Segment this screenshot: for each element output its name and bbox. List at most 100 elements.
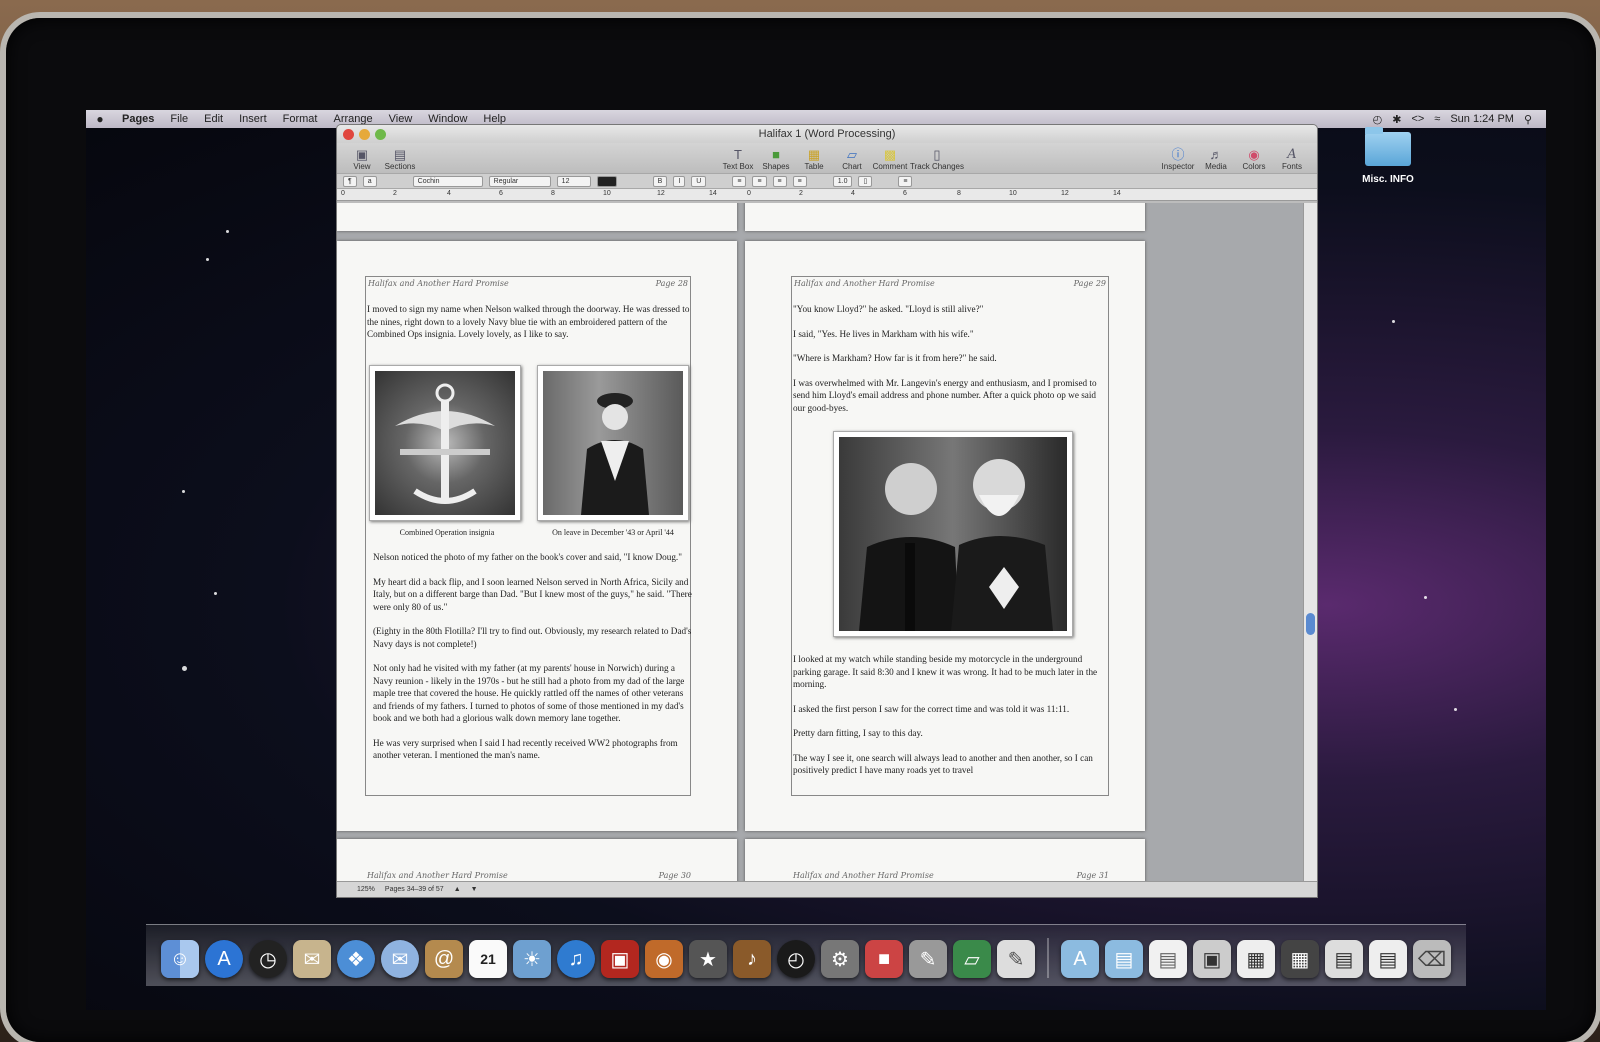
- imovie-star-icon[interactable]: ★: [689, 940, 727, 978]
- status-bar: 125% Pages 34–39 of 57 ▲ ▼: [337, 881, 1317, 897]
- toolbar-label: Shapes: [762, 162, 790, 171]
- page-up-button[interactable]: ▲: [454, 886, 461, 893]
- screenshot-4-icon[interactable]: ▤: [1325, 940, 1363, 978]
- justify-button[interactable]: ≡: [792, 175, 807, 187]
- document-canvas[interactable]: Halifax and Another Hard Promise Page 28…: [337, 203, 1305, 883]
- scrollbar-thumb[interactable]: [1306, 613, 1315, 635]
- screenshot-3-icon[interactable]: ▦: [1281, 940, 1319, 978]
- photo-insignia[interactable]: [369, 365, 521, 521]
- applications-folder-icon[interactable]: A: [1061, 940, 1099, 978]
- ical-icon[interactable]: 21: [469, 940, 507, 978]
- menu-insert[interactable]: Insert: [231, 113, 275, 125]
- track-changes-icon: ▯: [933, 147, 941, 162]
- toolbar-colors-button[interactable]: ◉ Colors: [1235, 147, 1273, 171]
- list-style-popup[interactable]: ≡: [898, 175, 913, 187]
- text-color-well[interactable]: [596, 175, 617, 187]
- sailor-figure-icon: [581, 393, 649, 515]
- vertical-scrollbar[interactable]: [1303, 203, 1317, 883]
- toolbar-shapes-button[interactable]: ■ Shapes: [757, 147, 795, 171]
- screenshot-1-icon[interactable]: ▣: [1193, 940, 1231, 978]
- star: [226, 230, 229, 233]
- toolbar-comment-button[interactable]: ▩ Comment: [871, 147, 909, 171]
- underline-button[interactable]: U: [691, 175, 707, 187]
- page-30[interactable]: Halifax and Another Hard Promise Page 30: [337, 839, 737, 883]
- time-machine-icon[interactable]: ◴: [777, 940, 815, 978]
- wifi-icon[interactable]: ≈: [1434, 113, 1440, 125]
- desktop-folder-misc-info[interactable]: Misc. INFO: [1348, 127, 1428, 185]
- time-machine-status-icon[interactable]: ◴: [1373, 113, 1383, 126]
- bluetooth-icon[interactable]: ✱: [1392, 113, 1401, 126]
- sailor-image: [543, 371, 683, 515]
- menu-format[interactable]: Format: [275, 113, 326, 125]
- bold-button[interactable]: B: [652, 175, 668, 187]
- iphoto-icon[interactable]: ☀: [513, 940, 551, 978]
- italic-button[interactable]: I: [673, 175, 686, 187]
- trash-icon[interactable]: ⌫: [1413, 940, 1451, 978]
- keynote-icon[interactable]: ■: [865, 940, 903, 978]
- finder-icon[interactable]: ☺: [161, 940, 199, 978]
- toolbar-text-box-button[interactable]: T Text Box: [719, 147, 757, 171]
- window-titlebar[interactable]: Halifax 1 (Word Processing): [337, 125, 1317, 143]
- dashboard-icon[interactable]: ◷: [249, 940, 287, 978]
- app-store-icon[interactable]: A: [205, 940, 243, 978]
- toolbar-table-button[interactable]: ▦ Table: [795, 147, 833, 171]
- toolbar-fonts-button[interactable]: A Fonts: [1273, 147, 1311, 171]
- running-title: Halifax and Another Hard Promise: [793, 871, 934, 880]
- safari-icon[interactable]: ❖: [337, 940, 375, 978]
- numbers-icon[interactable]: ▱: [953, 940, 991, 978]
- toolbar-view-button[interactable]: ▣ View: [343, 147, 381, 171]
- ruler-tick: 0: [341, 190, 345, 197]
- font-size-popup[interactable]: 12: [556, 175, 591, 187]
- toolbar-sections-button[interactable]: ▤ Sections: [381, 147, 419, 171]
- ichat-icon[interactable]: ✉: [381, 940, 419, 978]
- font-family-popup[interactable]: Cochin: [412, 175, 483, 187]
- page-31[interactable]: Halifax and Another Hard Promise Page 31: [745, 839, 1145, 883]
- page-down-button[interactable]: ▼: [471, 886, 478, 893]
- menu-pages[interactable]: Pages: [114, 113, 162, 125]
- photo-sailor[interactable]: [537, 365, 689, 521]
- line-spacing-popup[interactable]: 1.0: [832, 175, 853, 187]
- align-left-button[interactable]: ≡: [732, 175, 747, 187]
- paragraph-style-popup[interactable]: ¶: [343, 175, 357, 187]
- apple-menu-icon[interactable]: ●: [86, 112, 114, 126]
- screenshot-5-icon[interactable]: ▤: [1369, 940, 1407, 978]
- menu-edit[interactable]: Edit: [196, 113, 231, 125]
- horizontal-ruler[interactable]: 0 2 4 6 8 10 12 14 0 2 4 6 8 10 12 14: [337, 189, 1317, 201]
- align-center-button[interactable]: ≡: [752, 175, 767, 187]
- file-icon[interactable]: ▤: [1149, 940, 1187, 978]
- photo-booth-icon[interactable]: ▣: [601, 940, 639, 978]
- address-book-icon[interactable]: @: [425, 940, 463, 978]
- menu-clock[interactable]: Sun 1:24 PM: [1450, 113, 1514, 125]
- toolbar-label: Media: [1205, 162, 1227, 171]
- menu-file[interactable]: File: [162, 113, 196, 125]
- character-style-popup[interactable]: a: [362, 175, 377, 187]
- itunes-icon[interactable]: ♫: [557, 940, 595, 978]
- mail-stamp-icon[interactable]: ✉: [293, 940, 331, 978]
- paragraph: I said, "Yes. He lives in Markham with h…: [793, 328, 974, 339]
- system-preferences-icon[interactable]: ⚙: [821, 940, 859, 978]
- documents-folder-icon[interactable]: ▤: [1105, 940, 1143, 978]
- iphoto-2-icon[interactable]: ◉: [645, 940, 683, 978]
- photo-veterans[interactable]: [833, 431, 1073, 637]
- font-style-popup[interactable]: Regular: [488, 175, 551, 187]
- toolbar-track-changes-button[interactable]: ▯ Track Changes: [909, 147, 965, 171]
- paragraph: I asked the first person I saw for the c…: [793, 703, 1070, 714]
- spotlight-search-icon[interactable]: ⚲: [1524, 113, 1532, 126]
- toolbar-chart-button[interactable]: ▱ Chart: [833, 147, 871, 171]
- ruler-tick: 10: [1009, 190, 1017, 197]
- align-right-button[interactable]: ≡: [772, 175, 787, 187]
- pages-icon[interactable]: ✎: [997, 940, 1035, 978]
- zoom-popup[interactable]: 125%: [357, 886, 375, 893]
- toolbar-media-button[interactable]: ♬ Media: [1197, 147, 1235, 171]
- garageband-icon[interactable]: ♪: [733, 940, 771, 978]
- script-editor-icon[interactable]: ✎: [909, 940, 947, 978]
- shapes-icon: ■: [772, 147, 780, 162]
- script-menu-icon[interactable]: <>: [1411, 113, 1424, 125]
- page-29[interactable]: Halifax and Another Hard Promise Page 29…: [745, 241, 1145, 831]
- columns-popup[interactable]: ▯: [858, 175, 873, 187]
- previous-page-right: [745, 203, 1145, 231]
- screenshot-2-icon[interactable]: ▦: [1237, 940, 1275, 978]
- toolbar-label: Fonts: [1281, 162, 1302, 171]
- page-28[interactable]: Halifax and Another Hard Promise Page 28…: [337, 241, 737, 831]
- toolbar-inspector-button[interactable]: ⓘ Inspector: [1159, 147, 1197, 171]
